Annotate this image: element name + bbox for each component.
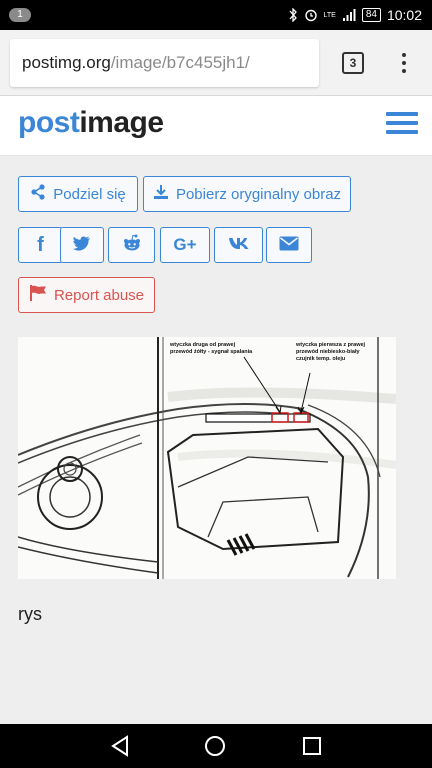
hamburger-line	[386, 130, 418, 134]
annotation-right-line1: wtyczka pierwsza z prawej	[295, 342, 366, 348]
twitter-icon	[73, 235, 91, 255]
logo-part-post: post	[18, 106, 80, 139]
image-caption: rys	[18, 604, 42, 624]
clock: 10:02	[386, 7, 422, 23]
hamburger-line	[386, 121, 418, 125]
share-icon	[30, 184, 46, 204]
logo-part-image: image	[79, 106, 164, 139]
bluetooth-icon	[288, 8, 298, 22]
facebook-icon: f	[37, 233, 44, 256]
report-abuse-label: Report abuse	[53, 286, 145, 304]
browser-toolbar: postimg.org/image/b7c455jh1/ 3	[0, 30, 432, 96]
url-path: /image/b7c455jh1/	[110, 53, 250, 72]
email-share-button[interactable]	[266, 227, 312, 263]
reddit-share-button[interactable]	[108, 227, 155, 263]
annotation-left-line2: przewód żółty - sygnał spalania	[170, 349, 253, 355]
engine-diagram-drawing: wtyczka druga od prawej przewód żółty - …	[18, 337, 396, 579]
share-label: Podziel się	[53, 185, 126, 203]
annotation-right-line3: czujnik temp. oleju	[296, 356, 345, 362]
status-bar: 1 LTE 84 10:02	[0, 0, 432, 30]
posted-image[interactable]: wtyczka druga od prawej przewód żółty - …	[18, 337, 396, 579]
alarm-icon	[304, 8, 318, 22]
dot	[402, 61, 406, 65]
battery-icon: 84	[361, 8, 381, 22]
tab-switcher-button[interactable]: 3	[342, 52, 364, 74]
download-icon	[153, 184, 169, 204]
site-header: postimage	[0, 96, 432, 156]
vk-icon	[228, 237, 250, 254]
browser-menu-button[interactable]	[396, 51, 412, 75]
annotation-right-line2: przewód niebiesko-biały	[296, 349, 361, 355]
twitter-share-button[interactable]	[60, 227, 104, 263]
dot	[402, 53, 406, 57]
reddit-icon	[122, 234, 142, 256]
url-host: postimg.org	[22, 53, 111, 72]
hamburger-menu-icon[interactable]	[386, 112, 418, 138]
lte-icon: LTE	[323, 11, 336, 19]
back-icon[interactable]	[110, 735, 130, 762]
system-navigation-bar	[0, 724, 432, 768]
flag-icon	[29, 285, 47, 305]
google-plus-icon: G+	[173, 235, 197, 254]
vk-share-button[interactable]	[214, 227, 263, 263]
google-plus-share-button[interactable]: G+	[160, 227, 210, 263]
status-icons: LTE 84 10:02	[288, 6, 422, 24]
download-original-button[interactable]: Pobierz oryginalny obraz	[143, 176, 351, 212]
mail-icon	[279, 236, 299, 255]
url-bar[interactable]: postimg.org/image/b7c455jh1/	[10, 39, 319, 87]
dot	[402, 69, 406, 73]
annotation-left-line1: wtyczka druga od prawej	[169, 342, 236, 348]
share-button[interactable]: Podziel się	[18, 176, 138, 212]
signal-icon	[342, 8, 356, 22]
facebook-share-button[interactable]: f	[18, 227, 63, 263]
postimage-logo[interactable]: postimage	[18, 106, 164, 140]
download-label: Pobierz oryginalny obraz	[175, 185, 342, 203]
notification-badge: 1	[9, 8, 31, 22]
home-icon[interactable]	[204, 735, 226, 762]
report-abuse-button[interactable]: Report abuse	[18, 277, 155, 313]
hamburger-line	[386, 112, 418, 116]
recents-icon[interactable]	[302, 735, 322, 762]
